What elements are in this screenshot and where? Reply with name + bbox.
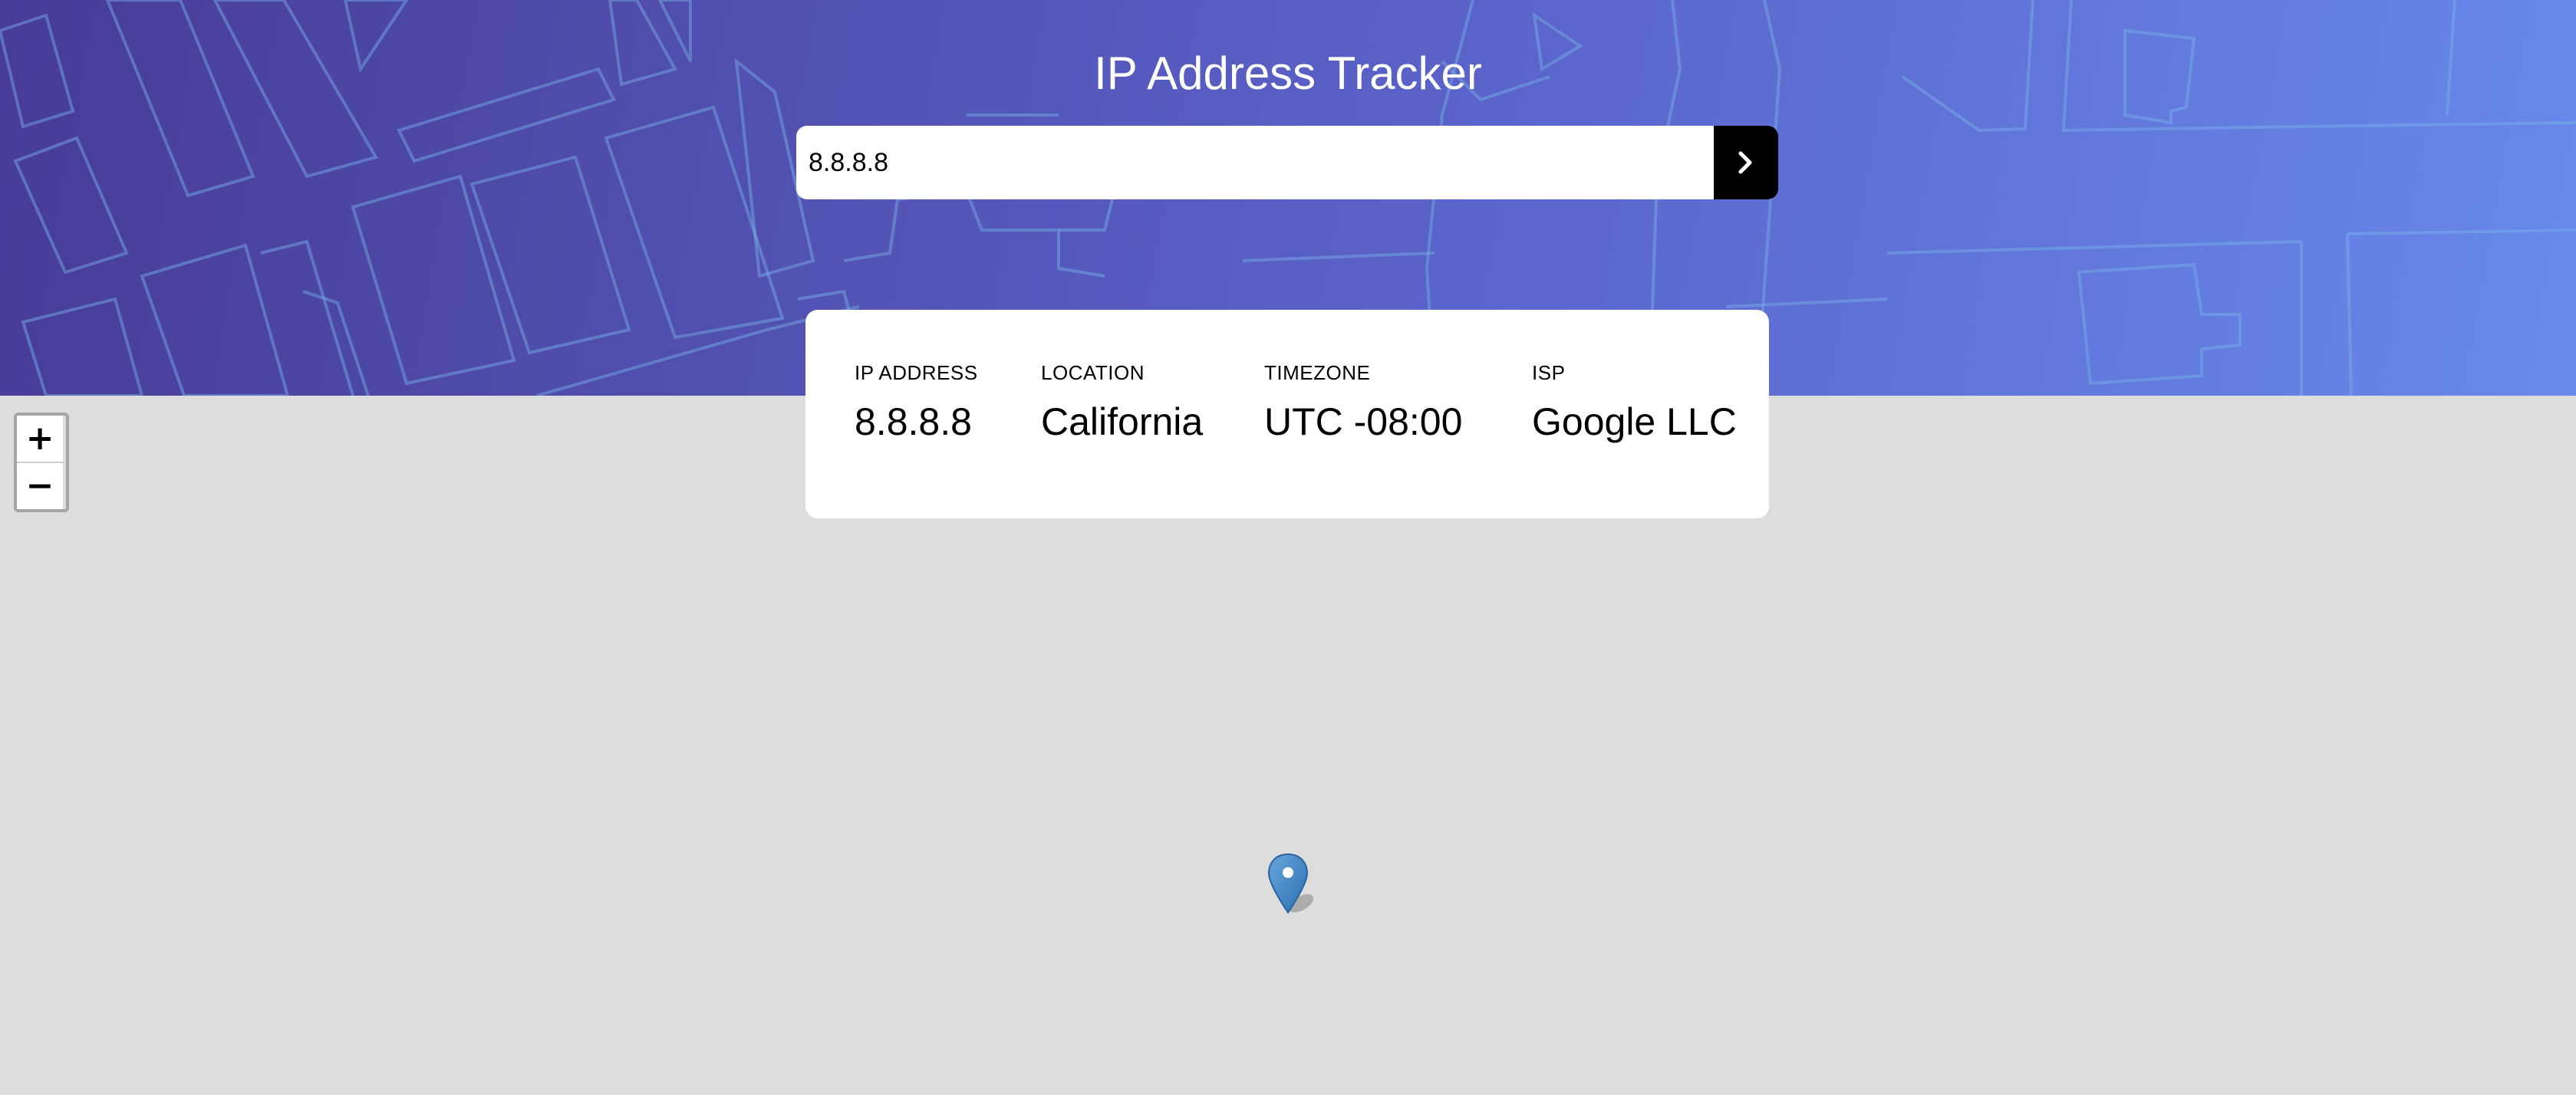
zoom-out-button[interactable]: −: [17, 462, 63, 509]
chevron-right-icon: [1738, 151, 1752, 174]
location-value: California: [1041, 400, 1204, 443]
isp-label: ISP: [1532, 361, 1566, 384]
timezone-section: TIMEZONE UTC -08:00: [1264, 359, 1462, 445]
ip-search-input[interactable]: [796, 126, 1714, 199]
isp-section: ISP Google LLC: [1532, 359, 1737, 445]
location-section: LOCATION California: [1041, 359, 1203, 445]
timezone-value: UTC -08:00: [1264, 400, 1463, 443]
timezone-label: TIMEZONE: [1264, 361, 1371, 384]
ip-address-label: IP ADDRESS: [855, 361, 978, 384]
ip-info-card: IP ADDRESS 8.8.8.8 LOCATION California T…: [805, 310, 1769, 518]
map-pin-icon[interactable]: [1264, 853, 1326, 919]
zoom-in-button[interactable]: +: [17, 416, 63, 462]
ip-address-section: IP ADDRESS 8.8.8.8: [855, 359, 978, 445]
location-label: LOCATION: [1041, 361, 1145, 384]
ip-address-value: 8.8.8.8: [855, 400, 972, 443]
search-form: [796, 126, 1778, 199]
isp-value: Google LLC: [1532, 400, 1737, 443]
zoom-control: + −: [14, 413, 69, 512]
page-title: IP Address Tracker: [1094, 48, 1482, 99]
search-submit-button[interactable]: [1714, 126, 1778, 199]
